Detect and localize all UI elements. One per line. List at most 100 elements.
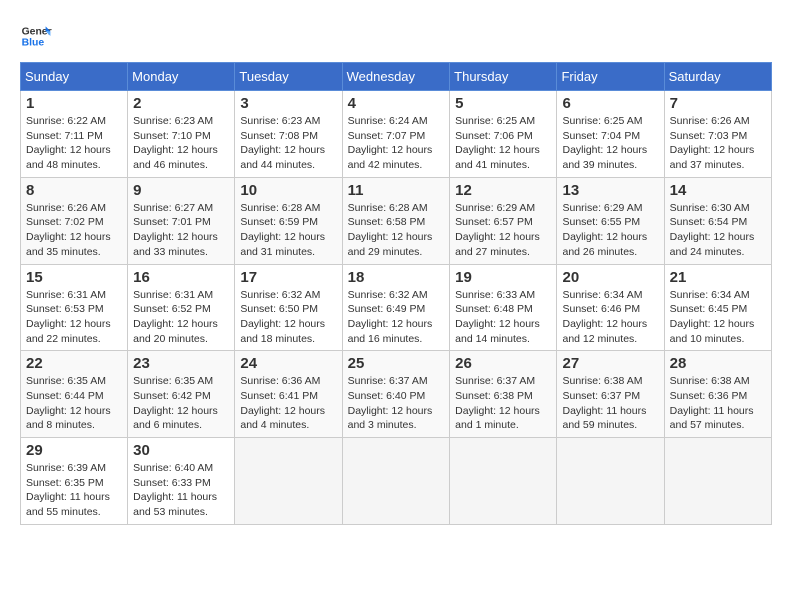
column-header-saturday: Saturday [664,63,771,91]
week-row-1: 1 Sunrise: 6:22 AMSunset: 7:11 PMDaylight… [21,91,772,178]
day-info: Sunrise: 6:26 AMSunset: 7:03 PMDaylight:… [670,114,766,173]
day-info: Sunrise: 6:23 AMSunset: 7:10 PMDaylight:… [133,114,229,173]
day-number: 16 [133,269,229,286]
calendar-cell: 27 Sunrise: 6:38 AMSunset: 6:37 PMDayligh… [557,351,664,438]
day-info: Sunrise: 6:29 AMSunset: 6:55 PMDaylight:… [562,201,658,260]
day-number: 25 [348,355,445,372]
day-number: 22 [26,355,122,372]
day-info: Sunrise: 6:36 AMSunset: 6:41 PMDaylight:… [240,374,336,433]
day-number: 3 [240,95,336,112]
calendar-cell: 25 Sunrise: 6:37 AMSunset: 6:40 PMDayligh… [342,351,450,438]
day-number: 12 [455,182,551,199]
calendar-cell: 29 Sunrise: 6:39 AMSunset: 6:35 PMDayligh… [21,438,128,525]
day-number: 5 [455,95,551,112]
day-info: Sunrise: 6:28 AMSunset: 6:58 PMDaylight:… [348,201,445,260]
week-row-5: 29 Sunrise: 6:39 AMSunset: 6:35 PMDayligh… [21,438,772,525]
day-info: Sunrise: 6:25 AMSunset: 7:04 PMDaylight:… [562,114,658,173]
day-number: 23 [133,355,229,372]
calendar-cell: 1 Sunrise: 6:22 AMSunset: 7:11 PMDaylight… [21,91,128,178]
column-header-wednesday: Wednesday [342,63,450,91]
day-number: 30 [133,442,229,459]
day-info: Sunrise: 6:39 AMSunset: 6:35 PMDaylight:… [26,461,122,520]
day-number: 11 [348,182,445,199]
calendar-cell: 28 Sunrise: 6:38 AMSunset: 6:36 PMDayligh… [664,351,771,438]
day-info: Sunrise: 6:32 AMSunset: 6:50 PMDaylight:… [240,288,336,347]
day-number: 20 [562,269,658,286]
calendar-cell [557,438,664,525]
calendar-cell: 9 Sunrise: 6:27 AMSunset: 7:01 PMDaylight… [128,177,235,264]
day-info: Sunrise: 6:31 AMSunset: 6:53 PMDaylight:… [26,288,122,347]
calendar-cell: 13 Sunrise: 6:29 AMSunset: 6:55 PMDayligh… [557,177,664,264]
day-info: Sunrise: 6:30 AMSunset: 6:54 PMDaylight:… [670,201,766,260]
day-info: Sunrise: 6:29 AMSunset: 6:57 PMDaylight:… [455,201,551,260]
calendar-cell [450,438,557,525]
calendar-cell: 21Sunrise: 6:34 AMSunset: 6:45 PMDayligh… [664,264,771,351]
day-info: Sunrise: 6:37 AMSunset: 6:38 PMDaylight:… [455,374,551,433]
column-header-thursday: Thursday [450,63,557,91]
week-row-4: 22 Sunrise: 6:35 AMSunset: 6:44 PMDayligh… [21,351,772,438]
calendar-cell: 20 Sunrise: 6:34 AMSunset: 6:46 PMDayligh… [557,264,664,351]
day-number: 29 [26,442,122,459]
calendar-cell: 10Sunrise: 6:28 AMSunset: 6:59 PMDayligh… [235,177,342,264]
calendar-cell: 11 Sunrise: 6:28 AMSunset: 6:58 PMDayligh… [342,177,450,264]
day-number: 27 [562,355,658,372]
day-number: 6 [562,95,658,112]
day-number: 15 [26,269,122,286]
column-header-sunday: Sunday [21,63,128,91]
day-info: Sunrise: 6:38 AMSunset: 6:36 PMDaylight:… [670,374,766,433]
calendar-cell: 26 Sunrise: 6:37 AMSunset: 6:38 PMDayligh… [450,351,557,438]
day-number: 7 [670,95,766,112]
day-number: 1 [26,95,122,112]
day-info: Sunrise: 6:33 AMSunset: 6:48 PMDaylight:… [455,288,551,347]
calendar-cell: 5Sunrise: 6:25 AMSunset: 7:06 PMDaylight… [450,91,557,178]
calendar-cell: 23 Sunrise: 6:35 AMSunset: 6:42 PMDayligh… [128,351,235,438]
day-info: Sunrise: 6:22 AMSunset: 7:11 PMDaylight:… [26,114,122,173]
day-info: Sunrise: 6:37 AMSunset: 6:40 PMDaylight:… [348,374,445,433]
calendar-cell: 18Sunrise: 6:32 AMSunset: 6:49 PMDayligh… [342,264,450,351]
day-info: Sunrise: 6:35 AMSunset: 6:44 PMDaylight:… [26,374,122,433]
day-info: Sunrise: 6:23 AMSunset: 7:08 PMDaylight:… [240,114,336,173]
day-info: Sunrise: 6:38 AMSunset: 6:37 PMDaylight:… [562,374,658,433]
calendar-cell: 12 Sunrise: 6:29 AMSunset: 6:57 PMDayligh… [450,177,557,264]
week-row-2: 8 Sunrise: 6:26 AMSunset: 7:02 PMDaylight… [21,177,772,264]
column-header-friday: Friday [557,63,664,91]
calendar-cell: 14Sunrise: 6:30 AMSunset: 6:54 PMDayligh… [664,177,771,264]
day-info: Sunrise: 6:24 AMSunset: 7:07 PMDaylight:… [348,114,445,173]
day-info: Sunrise: 6:34 AMSunset: 6:45 PMDaylight:… [670,288,766,347]
day-info: Sunrise: 6:35 AMSunset: 6:42 PMDaylight:… [133,374,229,433]
day-number: 2 [133,95,229,112]
day-number: 13 [562,182,658,199]
calendar-cell: 22 Sunrise: 6:35 AMSunset: 6:44 PMDayligh… [21,351,128,438]
day-number: 8 [26,182,122,199]
day-number: 24 [240,355,336,372]
day-number: 28 [670,355,766,372]
day-info: Sunrise: 6:40 AMSunset: 6:33 PMDaylight:… [133,461,229,520]
page-header: General Blue [20,20,772,52]
day-info: Sunrise: 6:31 AMSunset: 6:52 PMDaylight:… [133,288,229,347]
logo: General Blue [20,20,52,52]
day-info: Sunrise: 6:34 AMSunset: 6:46 PMDaylight:… [562,288,658,347]
calendar-cell: 30 Sunrise: 6:40 AMSunset: 6:33 PMDayligh… [128,438,235,525]
column-header-tuesday: Tuesday [235,63,342,91]
calendar-cell: 6 Sunrise: 6:25 AMSunset: 7:04 PMDaylight… [557,91,664,178]
column-header-monday: Monday [128,63,235,91]
calendar-cell: 4Sunrise: 6:24 AMSunset: 7:07 PMDaylight… [342,91,450,178]
calendar-cell [235,438,342,525]
day-info: Sunrise: 6:26 AMSunset: 7:02 PMDaylight:… [26,201,122,260]
calendar-cell [664,438,771,525]
calendar-cell: 7 Sunrise: 6:26 AMSunset: 7:03 PMDaylight… [664,91,771,178]
calendar-cell: 3 Sunrise: 6:23 AMSunset: 7:08 PMDaylight… [235,91,342,178]
calendar-cell: 16 Sunrise: 6:31 AMSunset: 6:52 PMDayligh… [128,264,235,351]
day-number: 9 [133,182,229,199]
calendar-cell: 19 Sunrise: 6:33 AMSunset: 6:48 PMDayligh… [450,264,557,351]
calendar-table: SundayMondayTuesdayWednesdayThursdayFrid… [20,62,772,525]
logo-icon: General Blue [20,20,52,52]
week-row-3: 15 Sunrise: 6:31 AMSunset: 6:53 PMDayligh… [21,264,772,351]
calendar-cell: 15 Sunrise: 6:31 AMSunset: 6:53 PMDayligh… [21,264,128,351]
day-number: 19 [455,269,551,286]
day-info: Sunrise: 6:32 AMSunset: 6:49 PMDaylight:… [348,288,445,347]
day-info: Sunrise: 6:27 AMSunset: 7:01 PMDaylight:… [133,201,229,260]
day-number: 26 [455,355,551,372]
header-row: SundayMondayTuesdayWednesdayThursdayFrid… [21,63,772,91]
calendar-cell: 24 Sunrise: 6:36 AMSunset: 6:41 PMDayligh… [235,351,342,438]
